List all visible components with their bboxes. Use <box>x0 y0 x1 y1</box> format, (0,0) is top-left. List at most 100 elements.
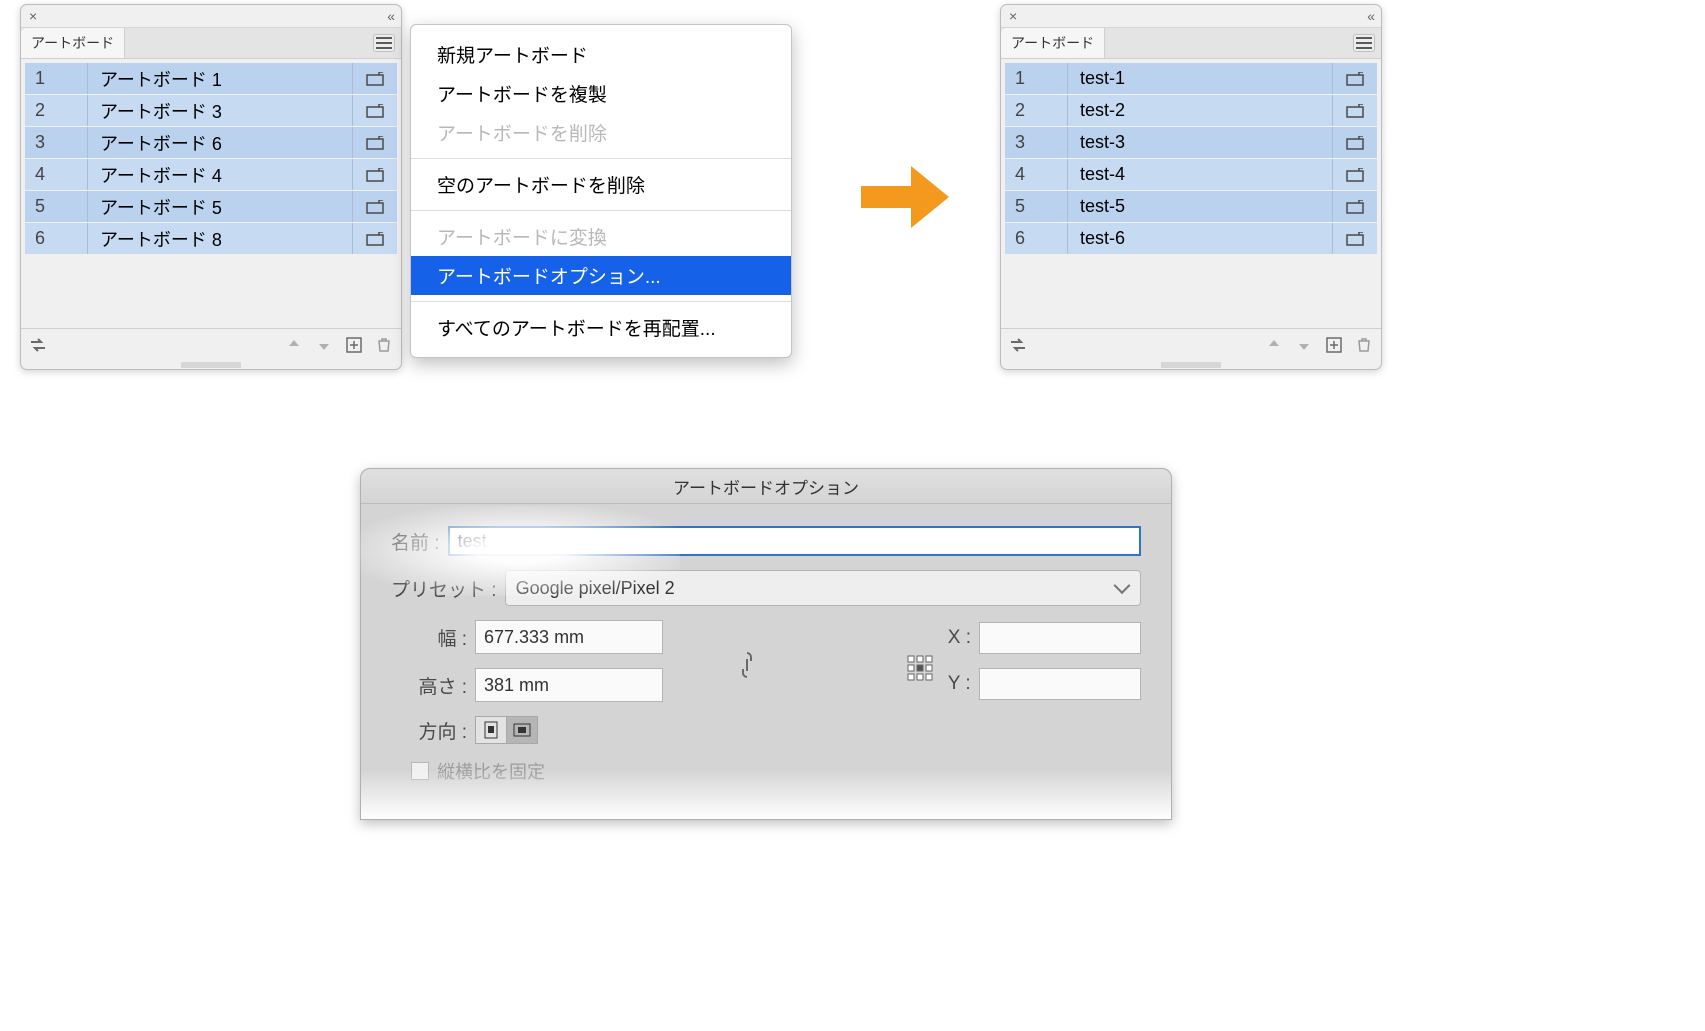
close-icon[interactable]: × <box>1009 9 1017 23</box>
orientation-icon[interactable] <box>353 95 397 126</box>
row-name[interactable]: test-2 <box>1068 95 1333 126</box>
panel-footer <box>21 328 401 361</box>
orientation-icon[interactable] <box>1333 223 1377 254</box>
orientation-portrait-icon[interactable] <box>476 717 506 743</box>
swap-icon[interactable] <box>1009 336 1027 354</box>
move-down-icon[interactable] <box>315 336 333 354</box>
move-up-icon[interactable] <box>285 336 303 354</box>
orientation-landscape-icon[interactable] <box>506 717 537 743</box>
orientation-icon[interactable] <box>1333 127 1377 158</box>
panel-tabs: アートボード <box>21 28 401 59</box>
collapse-icon[interactable]: « <box>1367 9 1373 23</box>
row-name[interactable]: アートボード 1 <box>88 63 353 94</box>
swap-icon[interactable] <box>29 336 47 354</box>
x-input[interactable] <box>979 622 1141 654</box>
row-index: 4 <box>1005 159 1068 190</box>
dialog-titlebar[interactable]: アートボードオプション <box>361 469 1171 504</box>
menu-delete-artboard: アートボードを削除 <box>411 113 791 152</box>
height-label: 高さ : <box>411 672 467 699</box>
delete-icon[interactable] <box>1355 336 1373 354</box>
panel-menu-button[interactable] <box>373 34 395 52</box>
row-index: 5 <box>1005 191 1068 222</box>
row-index: 6 <box>1005 223 1068 254</box>
resize-grip[interactable] <box>21 361 401 369</box>
row-name[interactable]: test-5 <box>1068 191 1333 222</box>
artboard-row[interactable]: 6test-6 <box>1005 223 1377 254</box>
row-name[interactable]: test-3 <box>1068 127 1333 158</box>
row-name[interactable]: アートボード 5 <box>88 191 353 222</box>
x-label: X : <box>948 627 971 649</box>
lock-aspect-label: 縦横比を固定 <box>437 758 545 784</box>
reference-point-grid-icon[interactable] <box>906 654 934 682</box>
close-icon[interactable]: × <box>29 9 37 23</box>
panel-titlebar[interactable]: × « <box>1001 5 1381 28</box>
row-index: 1 <box>25 63 88 94</box>
orientation-toggle[interactable] <box>475 716 538 744</box>
orientation-icon[interactable] <box>353 191 397 222</box>
artboard-row[interactable]: 6アートボード 8 <box>25 223 397 254</box>
add-icon[interactable] <box>345 336 363 354</box>
width-input[interactable]: 677.333 mm <box>475 620 663 654</box>
menu-rearrange-all[interactable]: すべてのアートボードを再配置... <box>411 308 791 347</box>
artboard-list: 1アートボード 12アートボード 33アートボード 64アートボード 45アート… <box>21 59 401 328</box>
menu-delete-empty[interactable]: 空のアートボードを削除 <box>411 165 791 204</box>
orientation-icon[interactable] <box>353 127 397 158</box>
artboard-row[interactable]: 1test-1 <box>1005 63 1377 94</box>
row-name[interactable]: test-1 <box>1068 63 1333 94</box>
menu-new-artboard[interactable]: 新規アートボード <box>411 35 791 74</box>
height-input[interactable]: 381 mm <box>475 668 663 702</box>
artboard-row[interactable]: 4アートボード 4 <box>25 159 397 190</box>
name-input[interactable] <box>448 526 1141 556</box>
artboard-row[interactable]: 5アートボード 5 <box>25 191 397 222</box>
row-index: 1 <box>1005 63 1068 94</box>
y-label: Y : <box>948 673 971 695</box>
orientation-icon[interactable] <box>353 223 397 254</box>
panel-flyout-menu: 新規アートボード アートボードを複製 アートボードを削除 空のアートボードを削除… <box>410 24 792 358</box>
orientation-icon[interactable] <box>1333 95 1377 126</box>
orientation-icon[interactable] <box>1333 63 1377 94</box>
tab-artboards[interactable]: アートボード <box>1001 28 1105 58</box>
artboard-row[interactable]: 2test-2 <box>1005 95 1377 126</box>
tab-artboards[interactable]: アートボード <box>21 28 125 58</box>
orientation-label: 方向 : <box>411 717 467 744</box>
delete-icon[interactable] <box>375 336 393 354</box>
move-up-icon[interactable] <box>1265 336 1283 354</box>
move-down-icon[interactable] <box>1295 336 1313 354</box>
orientation-icon[interactable] <box>353 159 397 190</box>
orientation-icon[interactable] <box>1333 191 1377 222</box>
row-name[interactable]: アートボード 8 <box>88 223 353 254</box>
row-name[interactable]: test-4 <box>1068 159 1333 190</box>
row-index: 3 <box>1005 127 1068 158</box>
panel-titlebar[interactable]: × « <box>21 5 401 28</box>
orientation-icon[interactable] <box>1333 159 1377 190</box>
menu-duplicate-artboard[interactable]: アートボードを複製 <box>411 74 791 113</box>
resize-grip[interactable] <box>1001 361 1381 369</box>
row-index: 2 <box>1005 95 1068 126</box>
preset-label: プリセット : <box>391 575 497 602</box>
artboard-row[interactable]: 5test-5 <box>1005 191 1377 222</box>
row-name[interactable]: test-6 <box>1068 223 1333 254</box>
row-name[interactable]: アートボード 4 <box>88 159 353 190</box>
lock-aspect-row[interactable]: 縦横比を固定 <box>411 758 1141 784</box>
artboard-row[interactable]: 2アートボード 3 <box>25 95 397 126</box>
row-name[interactable]: アートボード 6 <box>88 127 353 158</box>
menu-artboard-options[interactable]: アートボードオプション... <box>411 256 791 295</box>
artboard-row[interactable]: 1アートボード 1 <box>25 63 397 94</box>
collapse-icon[interactable]: « <box>387 9 393 23</box>
row-name[interactable]: アートボード 3 <box>88 95 353 126</box>
artboard-row[interactable]: 4test-4 <box>1005 159 1377 190</box>
orientation-icon[interactable] <box>353 63 397 94</box>
menu-separator <box>411 301 791 302</box>
checkbox-icon[interactable] <box>411 762 429 780</box>
row-index: 3 <box>25 127 88 158</box>
link-icon[interactable] <box>739 647 755 689</box>
artboard-list: 1test-12test-23test-34test-45test-56test… <box>1001 59 1381 328</box>
panel-tabs: アートボード <box>1001 28 1381 59</box>
y-input[interactable] <box>979 668 1141 700</box>
artboard-row[interactable]: 3test-3 <box>1005 127 1377 158</box>
width-label: 幅 : <box>411 624 467 651</box>
panel-menu-button[interactable] <box>1353 34 1375 52</box>
preset-select[interactable]: Google pixel/Pixel 2 <box>505 570 1141 606</box>
add-icon[interactable] <box>1325 336 1343 354</box>
artboard-row[interactable]: 3アートボード 6 <box>25 127 397 158</box>
